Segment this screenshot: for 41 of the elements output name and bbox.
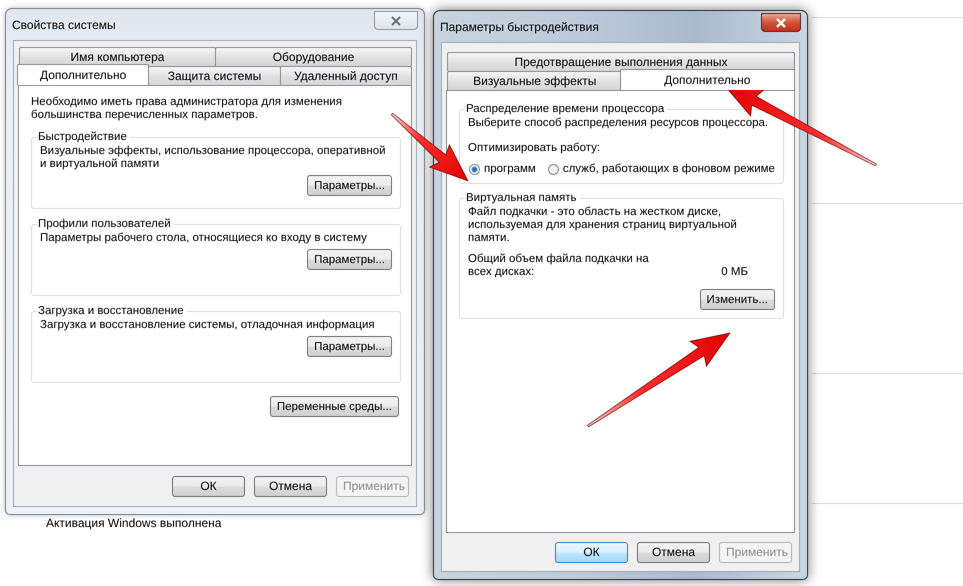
radio-label: программ [484, 163, 536, 175]
tab[interactable]: Дополнительно [620, 69, 795, 90]
radio-button[interactable] [548, 164, 559, 174]
close-button[interactable] [761, 13, 801, 32]
button[interactable]: Параметры... [307, 336, 392, 357]
tab[interactable]: Оборудование [215, 47, 412, 66]
description-text: Файл подкачки - это область на жестком диске, используемая для хранения страниц виртуальной памяти. [468, 206, 738, 245]
description-text: Загрузка и восстановление системы, отладочная информация [40, 319, 376, 332]
description-text: Выберите способ распределения ресурсов процессора. [468, 117, 770, 130]
button[interactable]: ОК [172, 476, 245, 496]
tab[interactable]: Визуальные эффекты [447, 71, 622, 90]
tab[interactable]: Имя компьютера [19, 47, 216, 66]
group-title: Распределение времени процессора [465, 103, 666, 115]
button[interactable]: ОК [555, 542, 628, 562]
button[interactable]: Параметры... [307, 249, 392, 270]
close-icon [775, 18, 787, 28]
status-text: Активация Windows выполнена [46, 516, 222, 530]
group-title: Профили пользователей [37, 218, 172, 230]
radio-button[interactable] [469, 164, 480, 174]
field-label: Общий объем файла подкачки на всех дисках: [468, 253, 650, 279]
window-title: Свойства системы [12, 18, 116, 32]
button[interactable]: Отмена [637, 542, 710, 562]
window-title: Параметры быстродействия [440, 20, 599, 34]
description-text: Визуальные эффекты, использование процессора, оперативной и виртуальной памяти [40, 145, 387, 171]
button[interactable]: Изменить... [700, 289, 775, 310]
tab[interactable]: Дополнительно [17, 64, 150, 85]
group-title: Виртуальная память [465, 192, 578, 204]
option-label: Оптимизировать работу: [468, 142, 602, 154]
close-icon [390, 16, 402, 26]
button[interactable]: Отмена [254, 476, 327, 496]
radio-label: служб, работающих в фоновом режиме [562, 163, 775, 175]
description-text: Параметры рабочего стола, относящиеся ко входу в систему [40, 232, 368, 245]
tab[interactable]: Предотвращение выполнения данных [447, 52, 795, 71]
group-title: Загрузка и восстановление [37, 305, 185, 317]
button[interactable]: Параметры... [307, 175, 392, 196]
note-text: Необходимо иметь права администратора для изменения большинства перечисленных параметров. [31, 96, 343, 122]
button[interactable]: Переменные среды... [270, 396, 399, 417]
group-title: Быстродействие [37, 131, 128, 143]
field-value: 0 МБ [720, 266, 748, 279]
tab[interactable]: Защита системы [148, 66, 281, 85]
tab[interactable]: Удаленный доступ [280, 66, 412, 85]
